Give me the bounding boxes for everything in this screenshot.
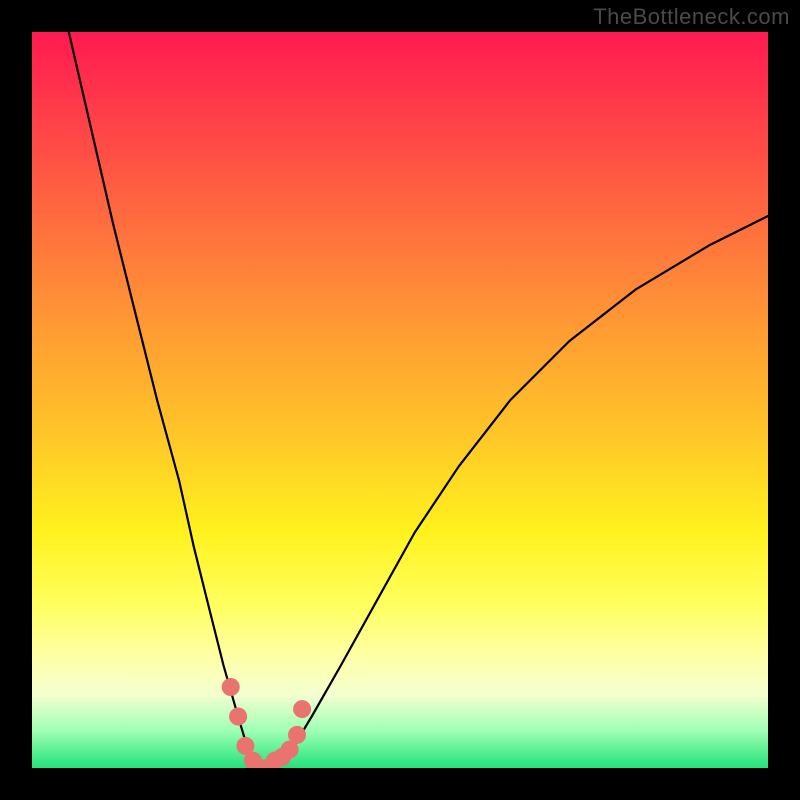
highlight-dot <box>288 726 306 744</box>
highlight-dot <box>222 678 240 696</box>
plot-area <box>32 32 768 768</box>
curve-path <box>69 32 768 768</box>
highlight-dot <box>229 708 247 726</box>
chart-svg <box>32 32 768 768</box>
highlight-dots <box>222 678 311 768</box>
chart-frame: TheBottleneck.com <box>0 0 800 800</box>
bottleneck-curve <box>69 32 768 768</box>
highlight-dot <box>293 700 311 718</box>
watermark-text: TheBottleneck.com <box>593 4 790 30</box>
